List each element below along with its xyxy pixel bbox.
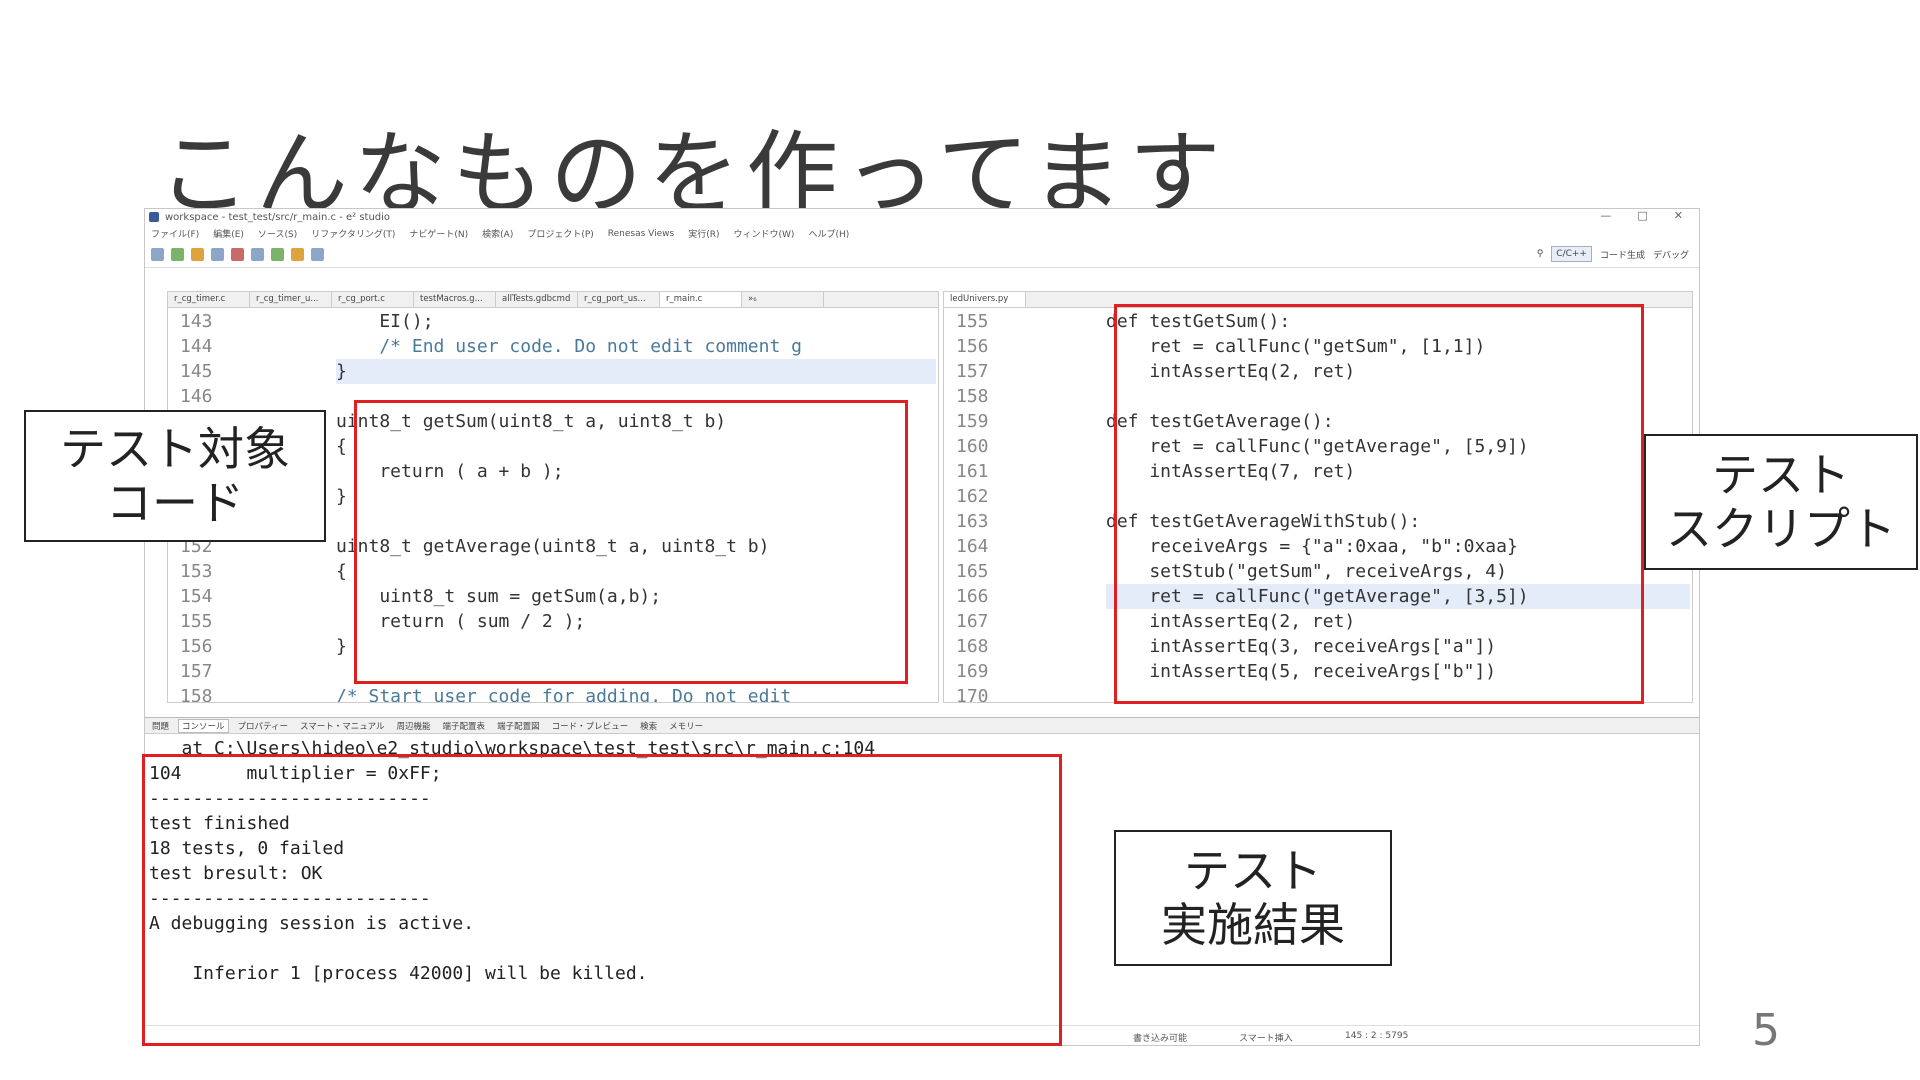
python-editor-line-numbers: 155 156 157 158 159 160 161 162 163 164 165 166 167 1… [944, 309, 1024, 703]
callout-target-code: テスト対象 コード [24, 410, 326, 542]
perspective-cpp[interactable]: C/C++ [1551, 246, 1592, 262]
perspective-debug[interactable]: デバッグ [1653, 248, 1689, 261]
editor-tab[interactable]: r_main.c [660, 292, 742, 307]
window-control-2[interactable]: ✕ [1674, 209, 1683, 222]
window-controls: — □ ✕ [1600, 209, 1683, 222]
callout-test-script: テスト スクリプト [1644, 434, 1918, 570]
line-number: 162 [956, 486, 989, 507]
line-number: 164 [956, 536, 989, 557]
window-titlebar: workspace - test_test/src/r_main.c - e² … [145, 209, 1699, 225]
debug-run-icon[interactable] [271, 248, 284, 261]
editor-tab[interactable]: r_cg_timer_u... [250, 292, 332, 307]
search-toolbar-icon[interactable] [251, 248, 264, 261]
code-line: } [336, 359, 936, 384]
line-number: 158 [180, 686, 213, 703]
menu-item[interactable]: ウィンドウ(W) [734, 227, 795, 240]
console-tab[interactable]: メモリー [666, 720, 706, 732]
perspective-switcher: ⚲ C/C++ コード生成 デバッグ [1537, 246, 1689, 262]
line-number: 157 [956, 361, 989, 382]
editor-tab[interactable]: ledUnivers.py [944, 292, 1026, 307]
highlight-target-code [354, 400, 908, 684]
open-type-icon[interactable] [311, 248, 324, 261]
code-line: EI(); [336, 311, 434, 332]
highlight-test-result [142, 754, 1062, 1046]
menu-item[interactable]: リファクタリング(T) [311, 227, 395, 240]
c-editor-tabs: r_cg_timer.c r_cg_timer_u... r_cg_port.c te… [168, 292, 938, 308]
console-tab[interactable]: コンソール [178, 718, 229, 733]
line-number: 159 [956, 411, 989, 432]
menu-item[interactable]: ナビゲート(N) [409, 227, 468, 240]
stop-icon[interactable] [231, 248, 244, 261]
page-number: 5 [1752, 1005, 1780, 1056]
line-number: 156 [180, 636, 213, 657]
code-line: /* End user code. Do not edit comment g [336, 336, 802, 357]
line-number: 155 [180, 611, 213, 632]
line-number: 163 [956, 511, 989, 532]
line-number: 170 [956, 686, 989, 703]
editor-tab[interactable]: testMacros.g... [414, 292, 496, 307]
window-title: workspace - test_test/src/r_main.c - e² … [165, 211, 391, 223]
status-writable: 書き込み可能 [1133, 1034, 1188, 1044]
highlight-test-script [1114, 304, 1644, 704]
line-number: 160 [956, 436, 989, 457]
console-tabs: 問題 コンソール プロパティー スマート・マニュアル 周辺機能 端子配置表 端子配置図 コード… [145, 718, 1699, 734]
line-number: 145 [180, 361, 213, 382]
app-logo-icon [149, 212, 159, 222]
console-tab[interactable]: コード・プレビュー [549, 720, 632, 732]
window-control-1[interactable]: □ [1637, 209, 1647, 222]
line-number: 158 [956, 386, 989, 407]
editor-tab[interactable]: r_cg_port.c [332, 292, 414, 307]
editor-tab[interactable]: allTests.gdbcmd [496, 292, 578, 307]
hammer-icon[interactable] [191, 248, 204, 261]
line-number: 165 [956, 561, 989, 582]
line-number: 167 [956, 611, 989, 632]
console-tab[interactable]: 検索 [637, 720, 660, 732]
menu-item[interactable]: ファイル(F) [151, 227, 199, 240]
toolbar: ⚲ C/C++ コード生成 デバッグ [145, 242, 1699, 268]
line-number: 168 [956, 636, 989, 657]
line-number: 146 [180, 386, 213, 407]
line-number: 166 [956, 586, 989, 607]
window-control-0[interactable]: — [1600, 209, 1611, 222]
menu-item[interactable]: 実行(R) [688, 227, 719, 240]
save-icon[interactable] [151, 248, 164, 261]
menu-item[interactable]: ヘルプ(H) [808, 227, 849, 240]
line-number: 156 [956, 336, 989, 357]
code-line: /* Start user code for adding. Do not ed… [336, 686, 792, 703]
console-tab[interactable]: 周辺機能 [394, 720, 434, 732]
line-number: 143 [180, 311, 213, 332]
menu-item[interactable]: Renesas Views [608, 229, 674, 239]
editor-tab[interactable]: r_cg_port_us... [578, 292, 660, 307]
line-number: 153 [180, 561, 213, 582]
line-number: 155 [956, 311, 989, 332]
build-icon[interactable] [171, 248, 184, 261]
console-tab[interactable]: 端子配置表 [440, 720, 489, 732]
console-tab[interactable]: スマート・マニュアル [297, 720, 388, 732]
perspective-codegen[interactable]: コード生成 [1600, 248, 1645, 261]
editor-tab[interactable]: »₆ [742, 292, 824, 307]
line-number: 144 [180, 336, 213, 357]
search-icon[interactable]: ⚲ [1537, 249, 1544, 259]
callout-test-result: テスト 実施結果 [1114, 830, 1392, 966]
menu-item[interactable]: ソース(S) [258, 227, 297, 240]
line-number: 169 [956, 661, 989, 682]
menu-item[interactable]: 検索(A) [482, 227, 513, 240]
menu-item[interactable]: 編集(E) [213, 227, 244, 240]
line-number: 154 [180, 586, 213, 607]
run-icon[interactable] [291, 248, 304, 261]
menu-item[interactable]: プロジェクト(P) [527, 227, 593, 240]
line-number: 161 [956, 461, 989, 482]
line-number: 157 [180, 661, 213, 682]
console-tab[interactable]: 問題 [149, 720, 172, 732]
status-insert-mode: スマート挿入 [1239, 1034, 1293, 1044]
menubar: ファイル(F) 編集(E) ソース(S) リファクタリング(T) ナビゲート(N) 検索(… [145, 226, 1699, 241]
editor-tab[interactable]: r_cg_timer.c [168, 292, 250, 307]
console-tab[interactable]: プロパティー [235, 720, 292, 732]
status-cursor-position: 145 : 2 : 5795 [1345, 1031, 1409, 1041]
new-file-icon[interactable] [211, 248, 224, 261]
console-tab[interactable]: 端子配置図 [494, 720, 543, 732]
